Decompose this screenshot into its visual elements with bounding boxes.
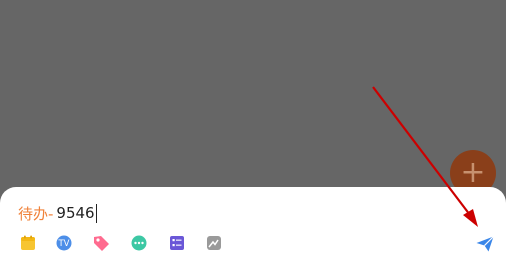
screen: + 待办- 9546 TV — [0, 0, 506, 264]
tag-icon[interactable] — [93, 235, 110, 252]
image-icon[interactable] — [206, 235, 223, 252]
checklist-icon[interactable] — [169, 235, 186, 252]
send-icon[interactable] — [476, 236, 494, 252]
quick-add-sheet: 待办- 9546 TV — [0, 187, 506, 264]
quick-add-toolbar: TV — [0, 235, 506, 255]
date-icon[interactable] — [20, 235, 37, 252]
more-icon[interactable] — [131, 235, 148, 252]
plus-icon: + — [460, 155, 486, 190]
svg-text:TV: TV — [57, 239, 69, 249]
text-caret — [95, 203, 98, 223]
list-prefix-label: 待办- — [18, 204, 54, 223]
task-title-text[interactable]: 9546 — [56, 204, 94, 222]
quick-add-input[interactable]: 待办- 9546 — [18, 201, 98, 225]
tv-icon[interactable]: TV — [56, 235, 73, 252]
